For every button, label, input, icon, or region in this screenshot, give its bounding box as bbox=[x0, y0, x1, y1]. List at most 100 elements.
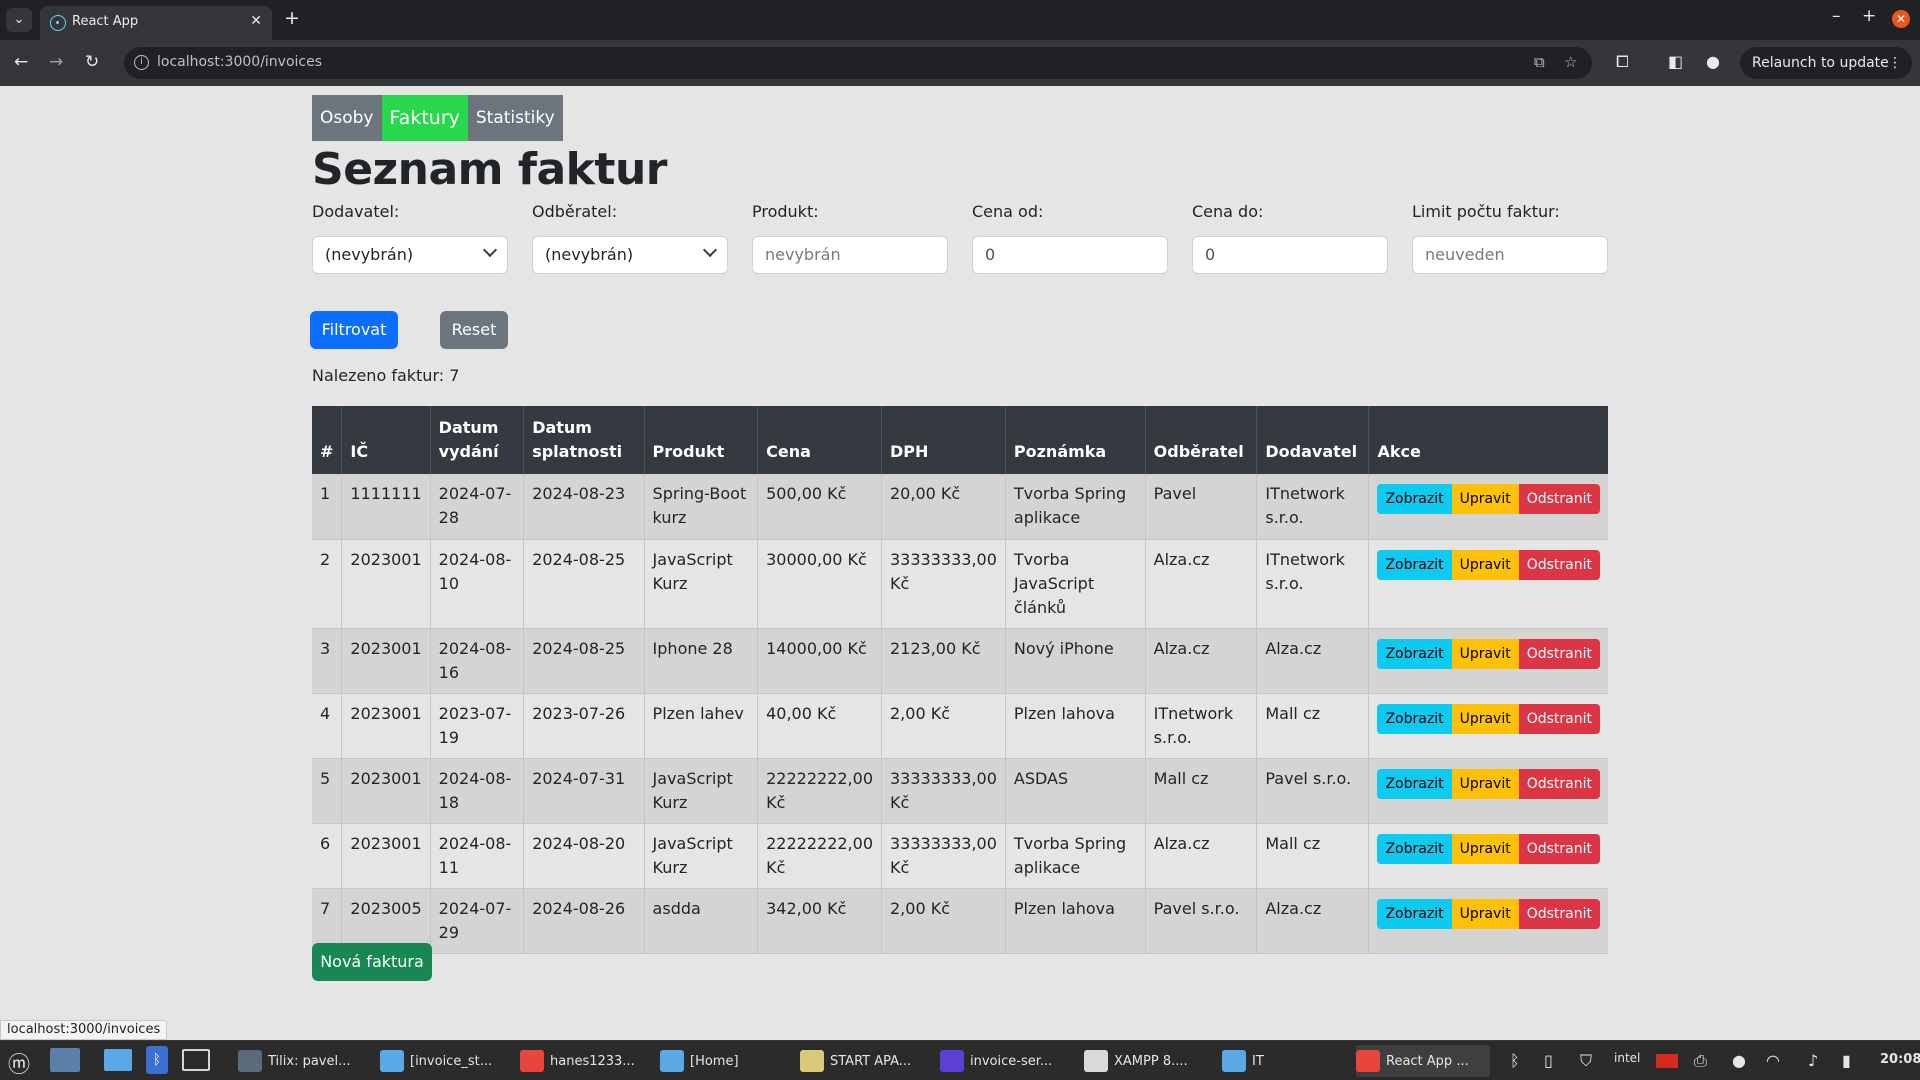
page-title: Seznam faktur bbox=[312, 144, 667, 195]
edit-button[interactable]: Upravit bbox=[1451, 638, 1519, 669]
url-text[interactable]: localhost:3000/invoices bbox=[157, 54, 322, 70]
files-icon[interactable] bbox=[104, 1049, 132, 1071]
edit-button[interactable]: Upravit bbox=[1451, 703, 1519, 734]
cell-product: Spring-Boot kurz bbox=[644, 474, 759, 540]
edit-button[interactable]: Upravit bbox=[1451, 549, 1519, 580]
buyer-select[interactable]: (nevybrán) bbox=[532, 236, 728, 274]
taskbar-window[interactable]: React App ... bbox=[1356, 1045, 1490, 1077]
edit-button[interactable]: Upravit bbox=[1451, 768, 1519, 799]
view-button[interactable]: Zobrazit bbox=[1377, 833, 1452, 864]
nav-link-statistiky[interactable]: Statistiky bbox=[467, 95, 563, 141]
cell-ic: 2023001 bbox=[341, 628, 431, 694]
header-issued: Datum vydání bbox=[430, 406, 525, 474]
product-input[interactable]: nevybrán bbox=[752, 236, 948, 274]
reload-icon[interactable]: ↻ bbox=[85, 52, 99, 72]
minimize-icon[interactable]: – bbox=[1832, 6, 1841, 26]
taskbar-window[interactable]: START APA... bbox=[800, 1045, 930, 1077]
intel-icon[interactable]: intel bbox=[1614, 1051, 1640, 1065]
chrome-icon bbox=[1356, 1050, 1380, 1072]
cell-due: 2024-08-20 bbox=[523, 823, 645, 889]
taskbar-window[interactable]: hanes1233... bbox=[520, 1045, 650, 1077]
limit-input[interactable]: neuveden bbox=[1412, 236, 1608, 274]
nav-link-faktury[interactable]: Faktury bbox=[381, 95, 468, 141]
close-tab-icon[interactable]: ✕ bbox=[250, 13, 262, 29]
wifi-icon[interactable]: ◠ bbox=[1766, 1051, 1780, 1070]
tab-search-button[interactable]: ⌄ bbox=[6, 8, 32, 32]
bluetooth-icon[interactable]: ᛒ bbox=[146, 1046, 168, 1074]
price-from-input[interactable]: 0 bbox=[972, 236, 1168, 274]
edit-button[interactable]: Upravit bbox=[1451, 898, 1519, 929]
extensions-icon[interactable]: ⧠ bbox=[1616, 52, 1629, 72]
address-bar[interactable]: i localhost:3000/invoices ⧉ ☆ bbox=[124, 47, 1592, 79]
taskbar-window[interactable]: XAMPP 8.... bbox=[1084, 1045, 1204, 1077]
taskbar-window[interactable]: [Home] bbox=[660, 1045, 770, 1077]
reset-button[interactable]: Reset bbox=[440, 311, 508, 349]
keyboard-layout-icon[interactable] bbox=[1656, 1054, 1678, 1068]
view-button[interactable]: Zobrazit bbox=[1377, 484, 1452, 514]
forward-arrow-icon[interactable]: → bbox=[49, 52, 63, 72]
delete-button[interactable]: Odstranit bbox=[1518, 703, 1600, 734]
taskbar-window[interactable]: IT bbox=[1222, 1045, 1302, 1077]
page-content: Osoby Faktury Statistiky Seznam faktur D… bbox=[0, 86, 1920, 1040]
printer-icon[interactable]: ⎙ bbox=[1694, 1051, 1707, 1071]
os-taskbar: ⓜ ᛒ Tilix: pavel... [invoice_st... hanes12… bbox=[0, 1040, 1920, 1080]
bluetooth-tray-icon[interactable]: ᛒ bbox=[1510, 1051, 1520, 1070]
cell-num: 3 bbox=[312, 628, 343, 694]
new-tab-button[interactable]: + bbox=[284, 7, 300, 29]
edit-button[interactable]: Upravit bbox=[1451, 484, 1519, 514]
table-header-row: # IČ Datum vydání Datum splatnosti Produ… bbox=[312, 406, 1608, 474]
bookmark-star-icon[interactable]: ☆ bbox=[1564, 53, 1577, 71]
cell-issued: 2024-08-11 bbox=[430, 823, 525, 889]
cell-vat: 33333333,00 Kč bbox=[881, 758, 1006, 824]
cell-price: 342,00 Kč bbox=[757, 888, 882, 954]
taskbar-window[interactable]: invoice-ser... bbox=[940, 1045, 1072, 1077]
cell-seller: Mall cz bbox=[1256, 823, 1370, 889]
nav-link-osoby[interactable]: Osoby bbox=[312, 95, 382, 141]
shield-icon[interactable]: ⛉ bbox=[1580, 1051, 1592, 1071]
view-button[interactable]: Zobrazit bbox=[1377, 768, 1452, 799]
taskbar-window-label: START APA... bbox=[830, 1053, 912, 1069]
delete-button[interactable]: Odstranit bbox=[1518, 484, 1600, 514]
filter-price-from: Cena od: 0 bbox=[972, 202, 1168, 274]
relaunch-to-update-button[interactable]: Relaunch to update ⋮ bbox=[1740, 47, 1912, 79]
delete-button[interactable]: Odstranit bbox=[1518, 898, 1600, 929]
supplier-select[interactable]: (nevybrán) bbox=[312, 236, 508, 274]
taskbar-window[interactable]: [invoice_st... bbox=[380, 1045, 508, 1077]
taskbar-window[interactable]: Tilix: pavel... bbox=[238, 1045, 368, 1077]
view-button[interactable]: Zobrazit bbox=[1377, 898, 1452, 929]
cell-price: 22222222,00 Kč bbox=[757, 758, 882, 824]
battery-icon[interactable]: ▮ bbox=[1842, 1051, 1851, 1070]
show-desktop-icon[interactable] bbox=[50, 1048, 80, 1072]
view-button[interactable]: Zobrazit bbox=[1377, 549, 1452, 580]
header-seller: Dodavatel bbox=[1256, 406, 1370, 474]
back-arrow-icon[interactable]: ← bbox=[14, 52, 28, 72]
view-button[interactable]: Zobrazit bbox=[1377, 638, 1452, 669]
side-panel-icon[interactable]: ◧ bbox=[1668, 52, 1683, 71]
edit-button[interactable]: Upravit bbox=[1451, 833, 1519, 864]
new-invoice-button[interactable]: Nová faktura bbox=[312, 943, 432, 981]
site-info-icon[interactable]: i bbox=[134, 55, 149, 70]
sound-icon[interactable]: ♪ bbox=[1808, 1051, 1818, 1070]
delete-button[interactable]: Odstranit bbox=[1518, 549, 1600, 580]
window-close-icon[interactable]: ✕ bbox=[1892, 10, 1910, 28]
delete-button[interactable]: Odstranit bbox=[1518, 833, 1600, 864]
row-actions: Zobrazit Upravit Odstranit bbox=[1377, 703, 1600, 734]
more-menu-icon[interactable]: ⋮ bbox=[1888, 47, 1902, 79]
view-button[interactable]: Zobrazit bbox=[1377, 703, 1452, 734]
price-to-input[interactable]: 0 bbox=[1192, 236, 1388, 274]
cell-price: 500,00 Kč bbox=[757, 474, 882, 540]
install-app-icon[interactable]: ⧉ bbox=[1534, 53, 1545, 71]
browser-tab-react-app[interactable]: React App ✕ bbox=[40, 6, 272, 40]
row-actions: Zobrazit Upravit Odstranit bbox=[1377, 898, 1600, 929]
taskbar-window-label: IT bbox=[1252, 1053, 1264, 1069]
workspace-switcher-icon[interactable] bbox=[182, 1049, 210, 1071]
mint-menu-icon[interactable]: ⓜ bbox=[8, 1047, 30, 1079]
delete-button[interactable]: Odstranit bbox=[1518, 768, 1600, 799]
maximize-icon[interactable]: + bbox=[1862, 6, 1876, 26]
user-icon[interactable]: ● bbox=[1732, 1051, 1746, 1070]
delete-button[interactable]: Odstranit bbox=[1518, 638, 1600, 669]
clipboard-icon[interactable]: ▯ bbox=[1544, 1051, 1553, 1070]
profile-icon[interactable]: ● bbox=[1706, 52, 1720, 71]
cell-buyer: Pavel s.r.o. bbox=[1145, 888, 1258, 954]
filter-button[interactable]: Filtrovat bbox=[310, 311, 398, 349]
